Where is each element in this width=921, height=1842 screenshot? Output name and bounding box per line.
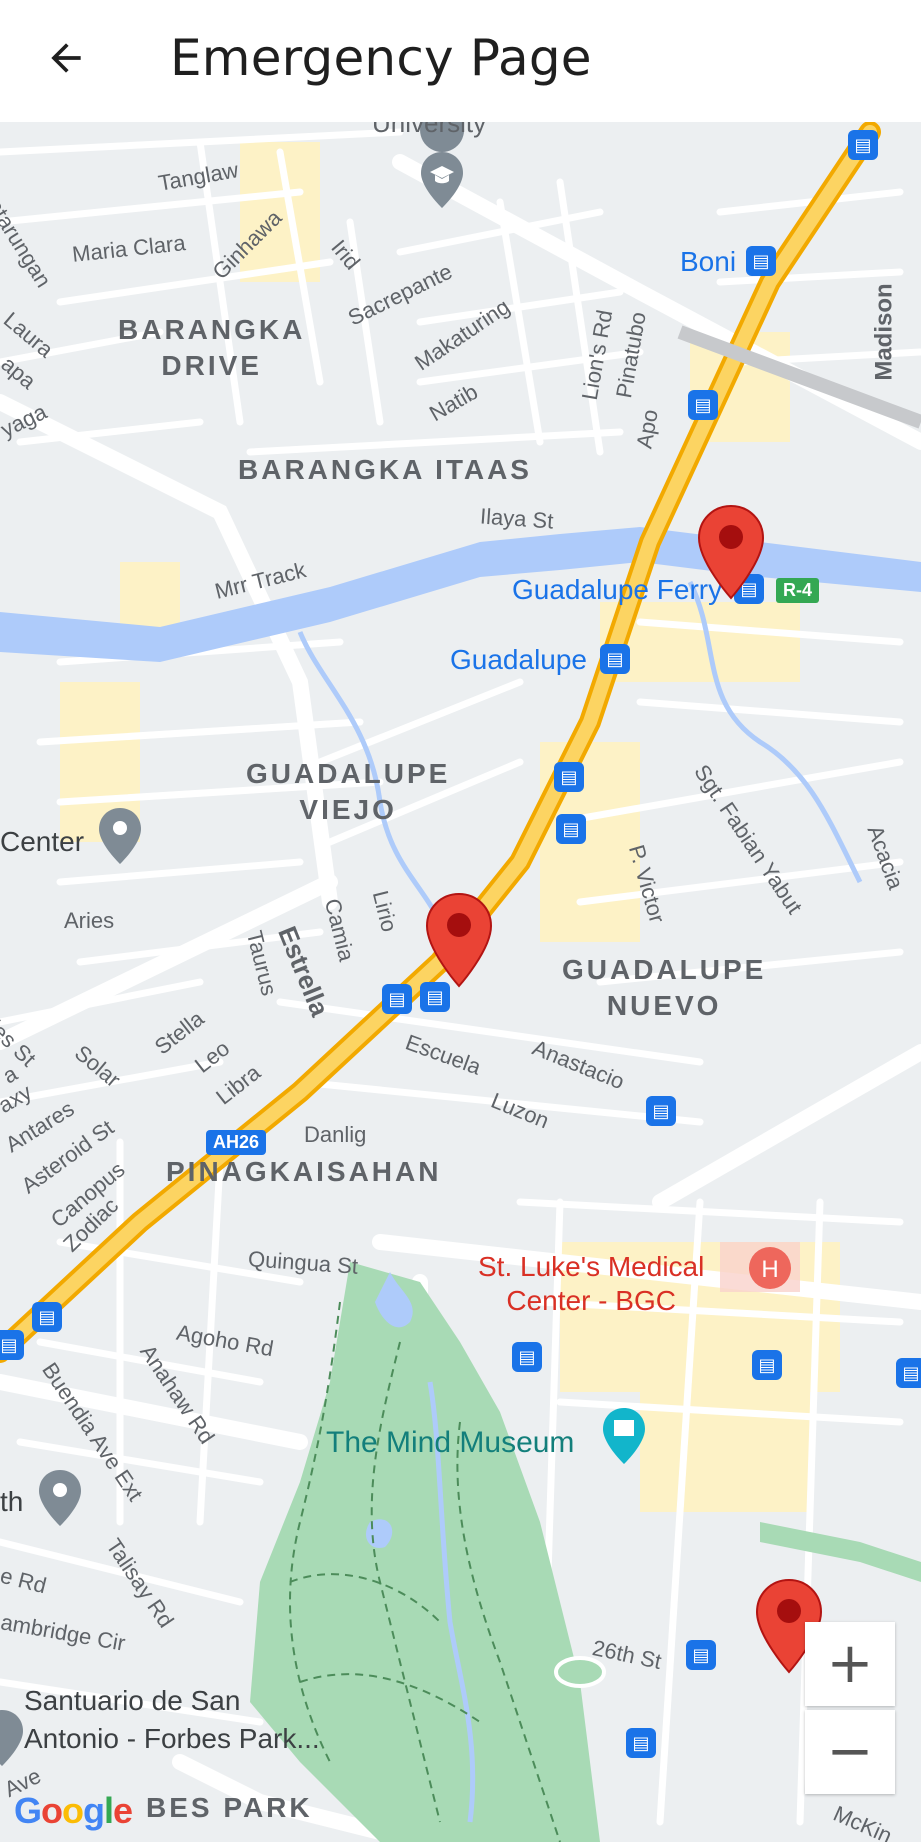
street-madison: Madison xyxy=(870,283,898,381)
poi-mind-museum[interactable]: The Mind Museum xyxy=(326,1426,574,1460)
poi-st-lukes[interactable]: St. Luke's Medical Center - BGC xyxy=(478,1250,704,1318)
plus-icon: + xyxy=(826,1631,874,1696)
transit-stop-icon[interactable]: ▤ xyxy=(382,984,412,1014)
zoom-in-button[interactable]: + xyxy=(805,1622,895,1706)
transit-stop-icon[interactable]: ▤ xyxy=(746,246,776,276)
google-logo: Google xyxy=(14,1790,133,1831)
poi-boni[interactable]: Boni xyxy=(680,246,736,278)
street-aries: Aries xyxy=(64,908,115,933)
transit-stop-icon[interactable]: ▤ xyxy=(646,1096,676,1126)
app-bar: Emergency Page xyxy=(0,0,921,122)
area-guadalupe-viejo: GUADALUPE VIEJO xyxy=(246,758,451,825)
transit-stop-icon[interactable]: ▤ xyxy=(600,644,630,674)
minus-icon: − xyxy=(826,1719,874,1784)
area-bes-park: BES PARK xyxy=(146,1792,313,1823)
th-pin-icon xyxy=(39,1470,81,1526)
transit-stop-icon[interactable]: ▤ xyxy=(626,1728,656,1758)
transit-stop-icon[interactable]: ▤ xyxy=(688,390,718,420)
transit-stop-icon[interactable]: ▤ xyxy=(896,1358,921,1388)
location-marker[interactable] xyxy=(424,892,494,988)
arrow-left-icon xyxy=(51,43,81,73)
transit-stop-icon[interactable]: ▤ xyxy=(752,1350,782,1380)
area-guadalupe-nuevo: GUADALUPE NUEVO xyxy=(562,954,767,1021)
back-button[interactable] xyxy=(36,26,96,90)
street-danlig: Danlig xyxy=(304,1122,367,1147)
transit-stop-icon[interactable]: ▤ xyxy=(0,1330,24,1360)
area-barangka-drive: BARANGKA DRIVE xyxy=(118,314,306,381)
poi-guadalupe[interactable]: Guadalupe xyxy=(450,644,587,676)
poi-center[interactable]: Center xyxy=(0,826,84,858)
transit-stop-icon[interactable]: ▤ xyxy=(556,814,586,844)
area-barangka-itaas: BARANGKA ITAAS xyxy=(238,454,532,485)
transit-stop-icon[interactable]: ▤ xyxy=(686,1640,716,1670)
zoom-out-button[interactable]: − xyxy=(805,1710,895,1794)
center-pin-icon xyxy=(99,808,141,864)
poi-santuario[interactable]: Santuario de San Antonio - Forbes Park..… xyxy=(24,1682,320,1758)
museum-pin-icon xyxy=(603,1408,645,1464)
page-title: Emergency Page xyxy=(170,29,592,87)
hospital-icon: H xyxy=(761,1256,778,1283)
map-view[interactable]: H BARANGKA DRIVE BARANGKA ITAAS GUADALUP… xyxy=(0,122,921,1842)
street-university: University xyxy=(372,122,487,138)
transit-stop-icon[interactable]: ▤ xyxy=(554,762,584,792)
santuario-pin-icon xyxy=(0,1710,23,1766)
area-pinagkaisahan: PINAGKAISAHAN xyxy=(166,1156,442,1187)
location-marker[interactable] xyxy=(696,504,766,600)
street-ilaya: Ilaya St xyxy=(479,503,555,534)
poi-th[interactable]: th xyxy=(0,1486,23,1518)
transit-stop-icon[interactable]: ▤ xyxy=(848,130,878,160)
poi-guadalupe-ferry[interactable]: Guadalupe Ferry xyxy=(512,574,722,606)
university-pin-icon xyxy=(421,152,463,208)
transit-stop-icon[interactable]: ▤ xyxy=(32,1302,62,1332)
route-shield-r4: R-4 xyxy=(776,578,820,603)
route-shield-ah26: AH26 xyxy=(206,1130,267,1155)
hospital-pin-icon: H xyxy=(749,1247,791,1289)
transit-stop-icon[interactable]: ▤ xyxy=(512,1342,542,1372)
